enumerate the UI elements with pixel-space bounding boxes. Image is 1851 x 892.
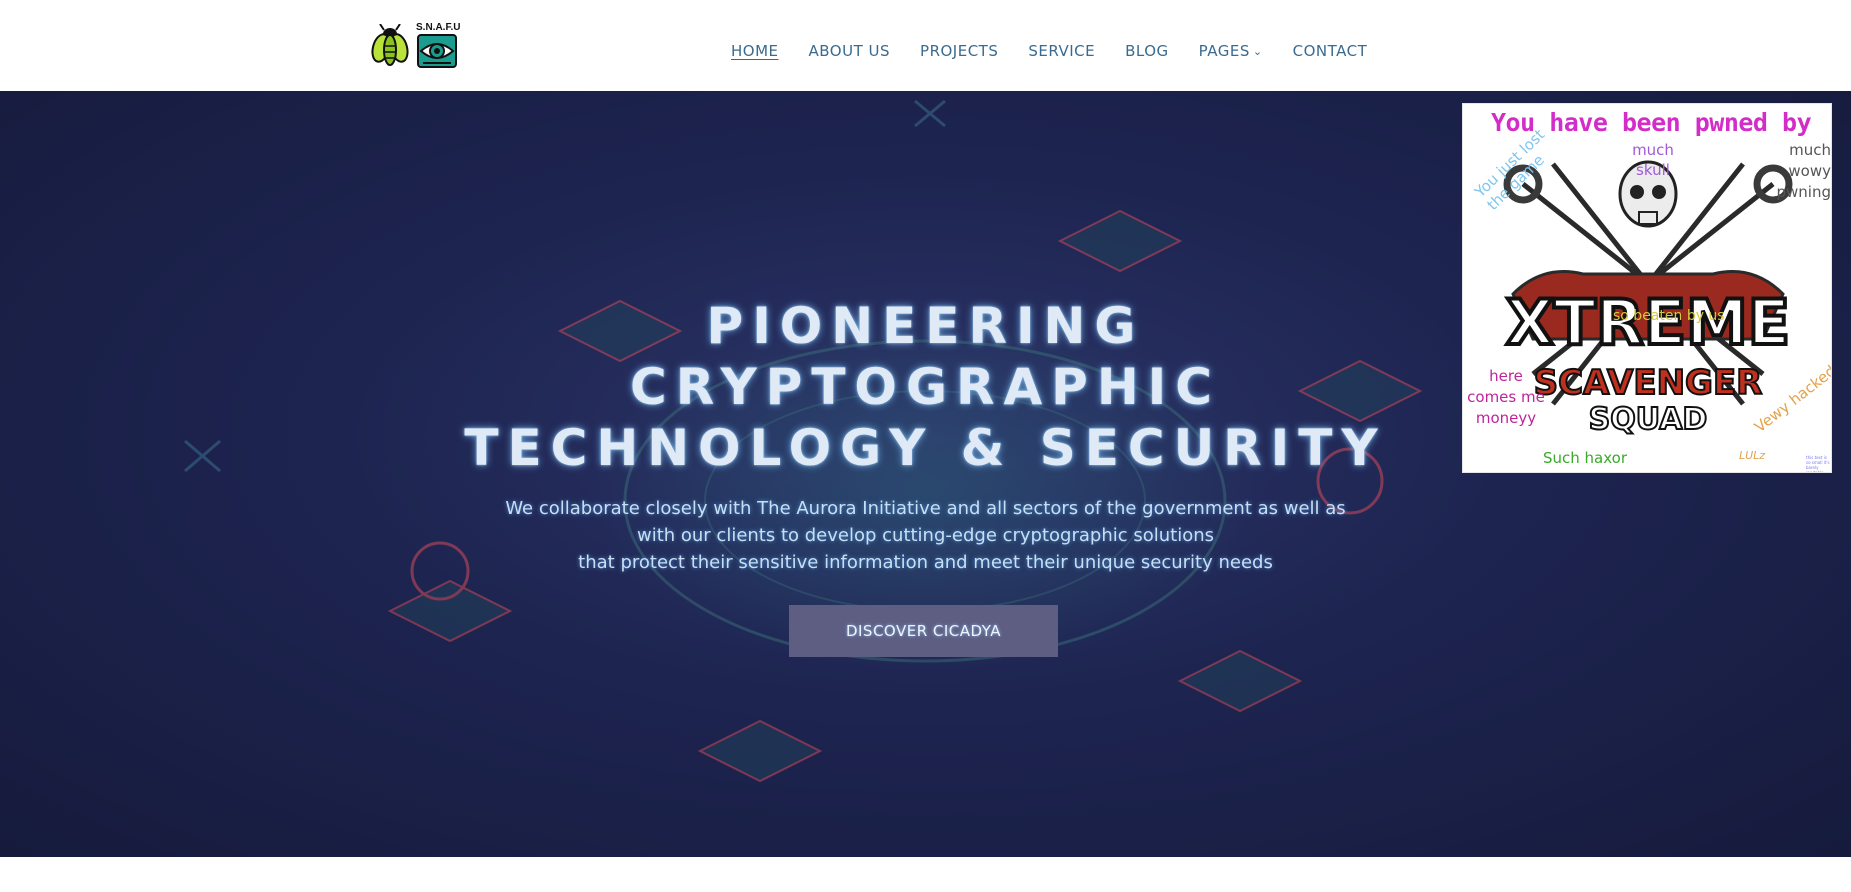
- chevron-down-icon: ⌄: [1252, 44, 1263, 58]
- such-haxor-label: Such haxor: [1543, 449, 1628, 467]
- site-logo[interactable]: S.N.A.F.U: [370, 22, 461, 68]
- snafu-logo-text: S.N.A.F.U: [416, 22, 461, 33]
- money-label: here comes me moneyy: [1467, 367, 1545, 427]
- hero-title-line-3: Technology & Security: [464, 419, 1387, 477]
- beaten-label: so beaten by us: [1613, 308, 1725, 324]
- eye-logo-icon: [417, 34, 457, 68]
- scavenger-text: SCAVENGER: [1534, 363, 1763, 403]
- hero-subtitle-line-2: with our clients to develop cutting-edge…: [636, 525, 1215, 546]
- cicada-bug-icon: [371, 24, 409, 66]
- nav-projects[interactable]: Projects: [920, 42, 998, 60]
- lulz-label: LULz: [1739, 449, 1766, 462]
- hero-subtitle-line-3: that protect their sensitive information…: [578, 552, 1273, 573]
- tiny-text-label: this text is so small it's barely readab…: [1806, 455, 1830, 473]
- site-header: S.N.A.F.U Home About Us Projects Service…: [0, 0, 1851, 91]
- main-nav: Home About Us Projects Service Blog Page…: [731, 39, 1367, 63]
- discover-cicadya-button[interactable]: Discover Cicadya: [789, 605, 1058, 657]
- much-skull-label: much skull: [1632, 141, 1674, 179]
- squad-text: SQUAD: [1589, 402, 1708, 437]
- nav-blog-label: Blog: [1125, 42, 1169, 60]
- nav-blog[interactable]: Blog: [1125, 42, 1169, 60]
- hero-subtitle: We collaborate closely with The Aurora I…: [0, 495, 1851, 576]
- nav-pages[interactable]: Pages ⌄: [1199, 42, 1263, 60]
- pwned-defacement-image: XTREME SCAVENGER SQUAD You have been pwn…: [1462, 103, 1832, 473]
- much-wowy-label: much wowy pwning: [1776, 141, 1832, 201]
- nav-service[interactable]: Service: [1028, 42, 1095, 60]
- nav-contact[interactable]: Contact: [1293, 42, 1368, 60]
- nav-pages-label: Pages: [1198, 42, 1250, 60]
- snafu-logo: S.N.A.F.U: [416, 22, 461, 68]
- nav-home[interactable]: Home: [731, 42, 779, 60]
- nav-about-us[interactable]: About Us: [809, 42, 891, 60]
- nav-projects-label: Projects: [920, 42, 999, 60]
- nav-home-label: Home: [731, 42, 779, 60]
- nav-contact-label: Contact: [1292, 42, 1368, 60]
- nav-service-label: Service: [1028, 42, 1096, 60]
- hero-title-line-1: Pioneering: [706, 297, 1145, 355]
- page-bottom-strip: [0, 857, 1851, 892]
- hero-title-line-2: Cryptographic: [630, 358, 1221, 416]
- hero-subtitle-line-1: We collaborate closely with The Aurora I…: [505, 498, 1346, 519]
- nav-about-us-label: About Us: [808, 42, 891, 60]
